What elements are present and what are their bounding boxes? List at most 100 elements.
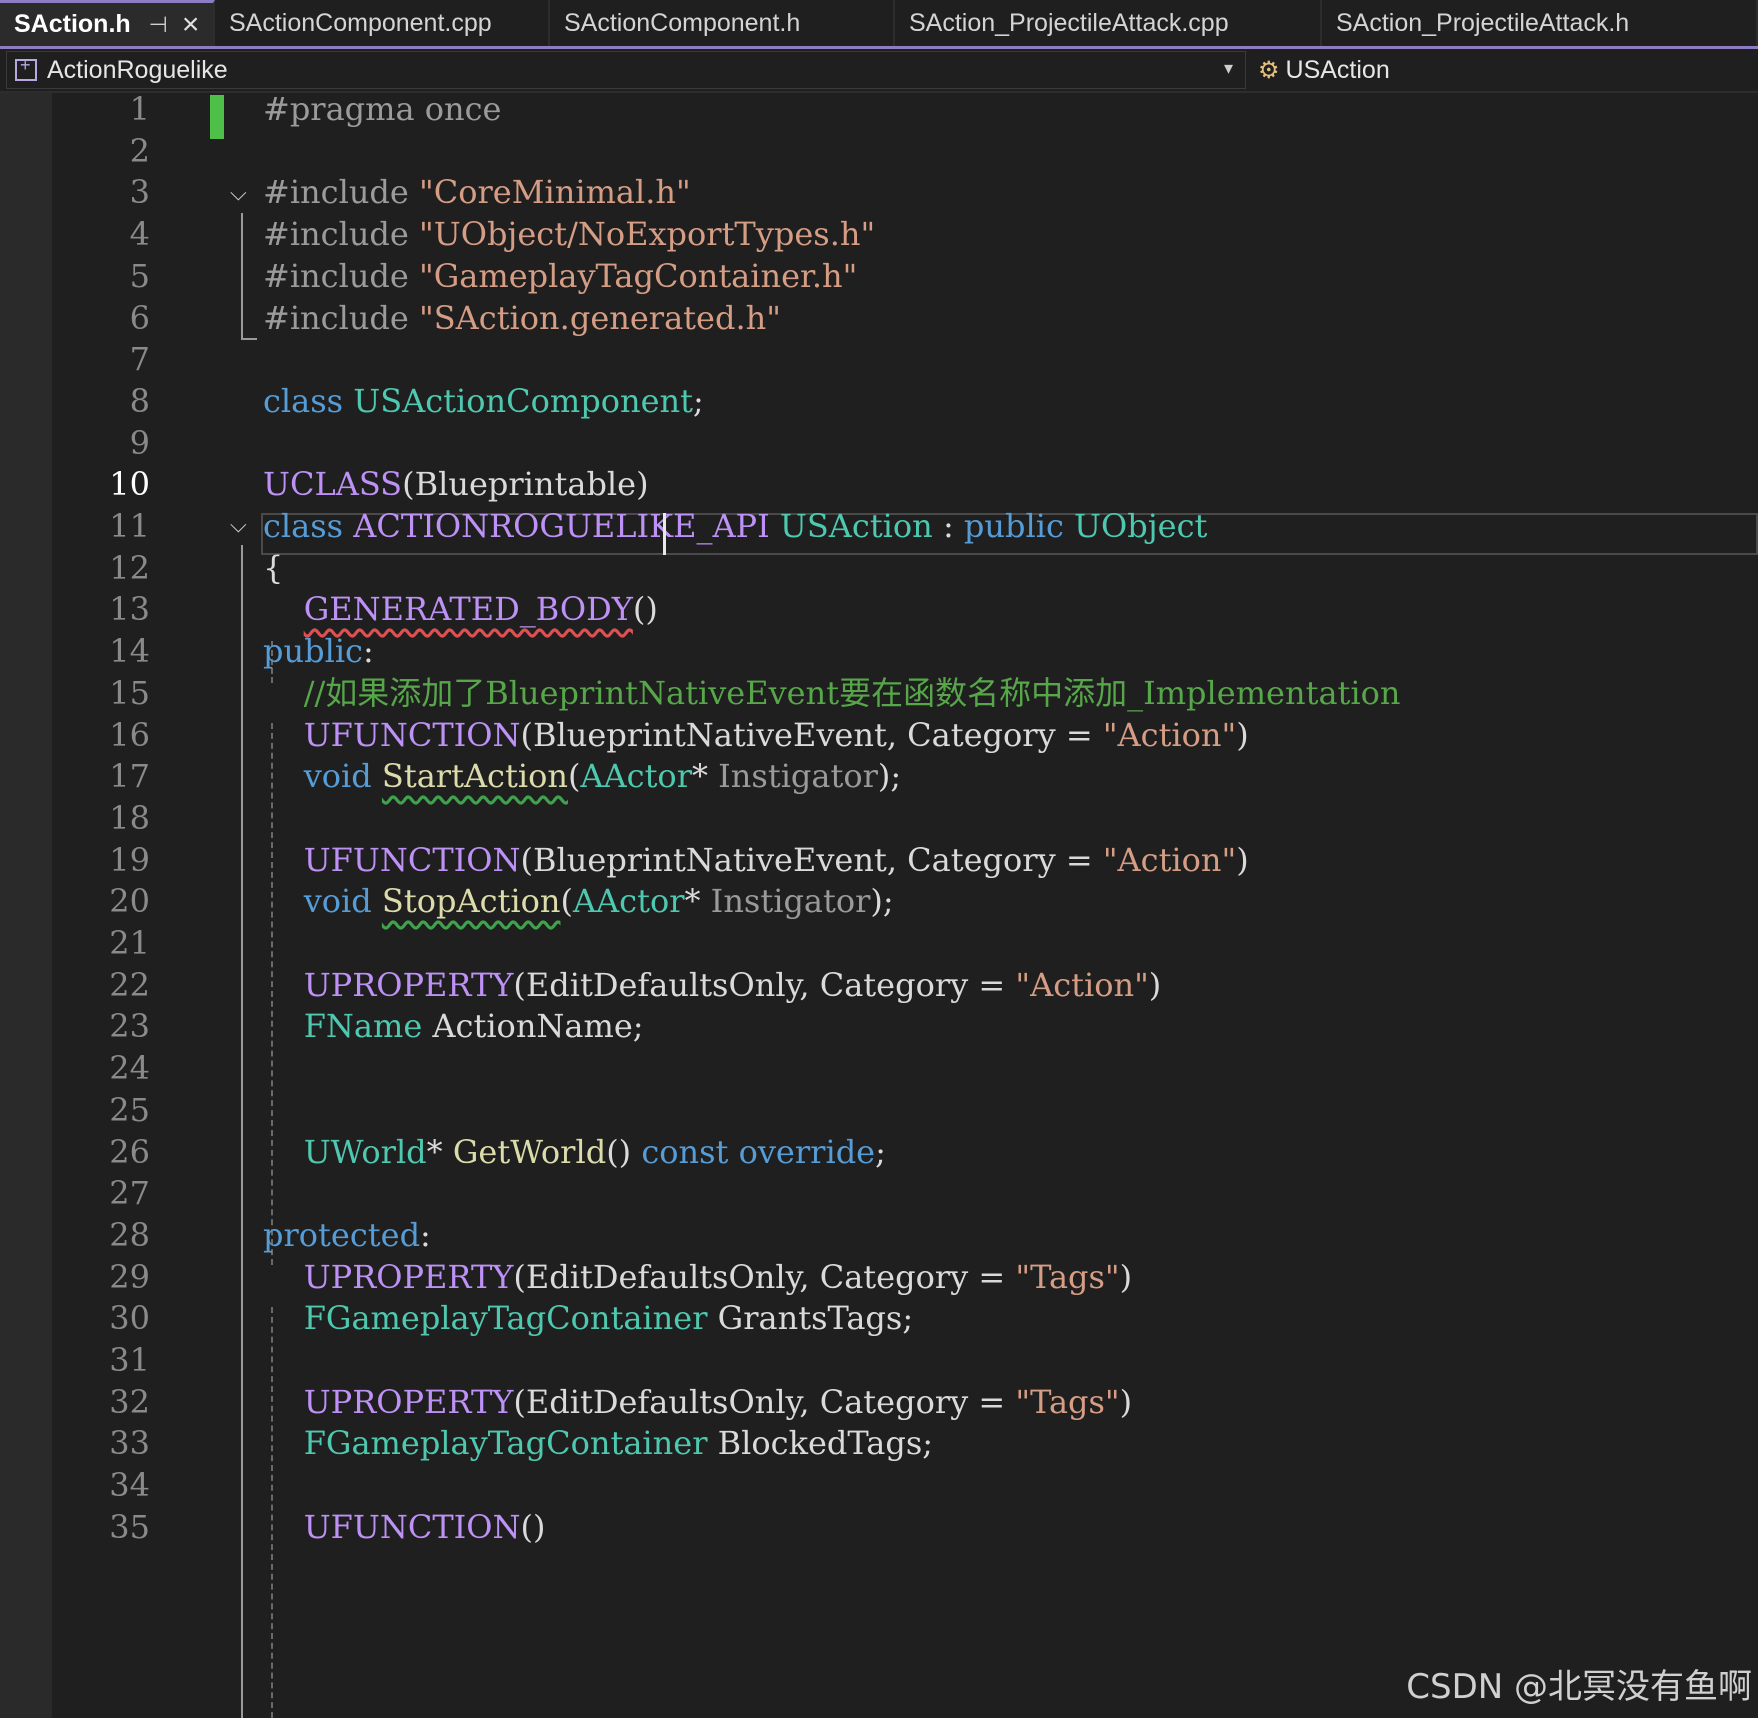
line-number: 17 (109, 757, 150, 796)
code-token: StopAction (381, 882, 561, 921)
code-token: ) (1236, 715, 1249, 754)
code-token: (BlueprintNativeEvent, Category = (520, 840, 1103, 879)
code-token: ); (870, 882, 894, 921)
code-token: UPROPERTY (303, 965, 514, 1004)
code-token: USActionComponent (353, 381, 693, 420)
line-number: 25 (109, 1090, 150, 1129)
code-token: protected (263, 1215, 421, 1254)
tab-saction-projectileattack-h[interactable]: SAction_ProjectileAttack.h (1322, 0, 1758, 46)
line-number: 28 (109, 1215, 150, 1254)
code-token: UCLASS (263, 465, 403, 504)
tab-label: SActionComponent.cpp (229, 8, 492, 37)
code-token: ) (1119, 1257, 1133, 1296)
line-number: 32 (109, 1382, 150, 1421)
class-icon: ⚙ (1258, 56, 1280, 84)
code-token: * (684, 882, 711, 921)
code-line: #include "UObject/NoExportTypes.h" (263, 211, 875, 257)
code-token: () (632, 590, 658, 629)
code-token: UFUNCTION (303, 840, 521, 879)
code-token: "Tags" (1015, 1257, 1120, 1296)
tab-saction-projectileattack-cpp[interactable]: SAction_ProjectileAttack.cpp (895, 0, 1322, 46)
tab-sactioncomponent-cpp[interactable]: SActionComponent.cpp (215, 0, 550, 46)
line-number: 19 (109, 840, 150, 879)
close-icon[interactable]: × (182, 8, 200, 42)
code-token: ( (560, 882, 573, 921)
line-number: 31 (109, 1341, 150, 1379)
code-token: () (520, 1507, 546, 1546)
code-token: ); (877, 757, 902, 796)
line-number: 7 (129, 340, 150, 379)
fold-toggle-icon[interactable]: ⌵ (230, 181, 247, 206)
line-number: 21 (109, 924, 150, 962)
code-token: : (362, 632, 374, 671)
line-number: 14 (109, 632, 150, 671)
code-line: #pragma once (263, 86, 501, 132)
code-token: "CoreMinimal.h" (419, 173, 691, 212)
line-number: 16 (109, 715, 150, 754)
code-token: void (303, 757, 382, 796)
pin-icon[interactable]: ⊣ (149, 12, 168, 38)
code-token: UWorld (303, 1132, 427, 1171)
code-line: void StartAction(AActor* Instigator); (263, 753, 901, 799)
code-line: UFUNCTION() (263, 1504, 546, 1550)
document-tab-strip: SAction.h ⊣ × SActionComponent.cpp SActi… (0, 0, 1758, 49)
chevron-down-icon[interactable]: ▾ (1224, 58, 1233, 79)
project-icon (15, 55, 37, 81)
code-token: { (263, 548, 284, 587)
fold-toggle-icon[interactable]: ⌵ (230, 513, 247, 538)
code-token: AActor (580, 757, 692, 796)
code-token: ; (875, 1132, 886, 1171)
line-number: 4 (129, 215, 150, 254)
code-line: UCLASS(Blueprintable) (263, 461, 649, 507)
code-line: #include "CoreMinimal.h" (263, 169, 691, 215)
code-line: UWorld* GetWorld() const override; (263, 1129, 886, 1175)
symbol-name: USAction (1285, 55, 1390, 84)
tab-saction-h[interactable]: SAction.h ⊣ × (0, 0, 215, 46)
code-token: (Blueprintable) (402, 465, 649, 504)
line-number: 9 (129, 423, 150, 462)
code-token: ACTIONROGUELIKE_API (353, 507, 770, 545)
code-line: UPROPERTY(EditDefaultsOnly, Category = "… (263, 962, 1162, 1008)
code-line: UFUNCTION(BlueprintNativeEvent, Category… (263, 712, 1249, 758)
line-number: 15 (109, 673, 150, 712)
code-line: FGameplayTagContainer GrantsTags; (263, 1295, 913, 1341)
code-token: public (963, 507, 1075, 545)
tab-label: SAction.h (14, 10, 131, 38)
code-token: GENERATED_BODY (303, 590, 633, 629)
watermark: CSDN @北冥没有鱼啊 (1406, 1667, 1752, 1707)
code-token: : (420, 1215, 431, 1254)
code-line: protected: (263, 1212, 431, 1258)
code-token: FGameplayTagContainer (303, 1424, 708, 1463)
code-token: "Action" (1102, 840, 1237, 879)
code-token: * (426, 1132, 453, 1171)
code-token: ActionName; (422, 1007, 644, 1046)
code-token: FGameplayTagContainer (303, 1299, 708, 1338)
code-token: "SAction.generated.h" (419, 298, 781, 337)
project-dropdown[interactable]: ActionRoguelike ▾ (6, 51, 1246, 89)
fold-region-line (241, 213, 243, 338)
code-line: class ACTIONROGUELIKE_API USAction : pub… (263, 503, 1207, 549)
code-token: class (263, 381, 354, 420)
change-marker (210, 95, 224, 139)
tab-sactioncomponent-h[interactable]: SActionComponent.h (550, 0, 895, 46)
code-token: //如果添加了BlueprintNativeEvent要在函数名称中添加_Imp… (303, 673, 1401, 712)
code-line: void StopAction(AActor* Instigator); (263, 878, 894, 924)
code-token: public (263, 632, 363, 671)
symbol-dropdown[interactable]: ⚙ USAction (1258, 56, 1390, 85)
code-token: #pragma once (263, 90, 502, 128)
line-number: 26 (109, 1132, 150, 1171)
line-number: 13 (109, 590, 150, 629)
code-line: public: (263, 628, 374, 674)
code-token: UObject (1074, 507, 1208, 545)
indicator-margin (0, 93, 52, 1718)
project-name: ActionRoguelike (47, 55, 228, 84)
code-editor[interactable]: 1 2 3 4 5 6 7 8 9 10 11 12 13 14 15 16 17 18 19 20 21 22 23 24 2… (0, 90, 1758, 1718)
line-number: 35 (109, 1507, 150, 1546)
